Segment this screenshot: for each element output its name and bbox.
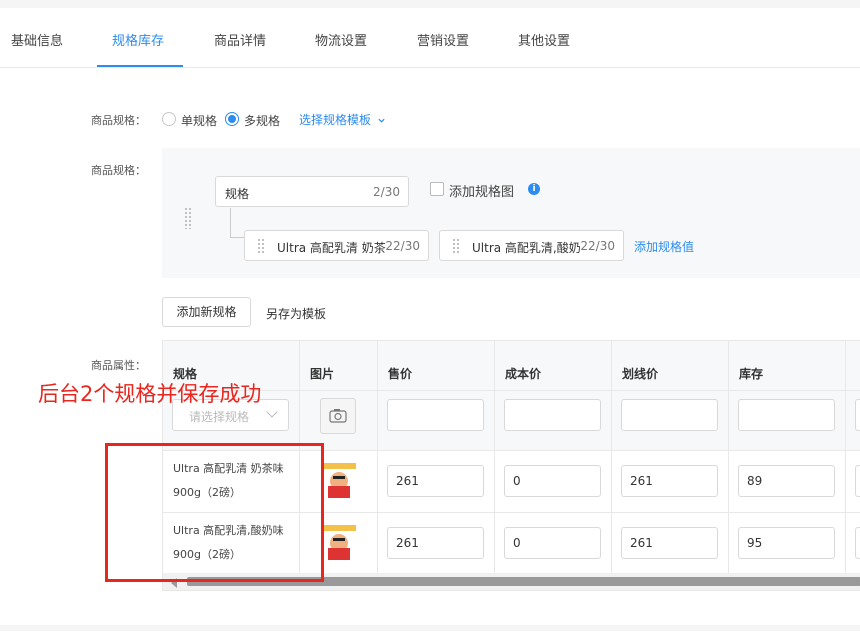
save-as-template-button[interactable]: 另存为模板 xyxy=(266,305,326,322)
add-spec-image-checkbox[interactable] xyxy=(430,182,444,196)
batch-price-input[interactable] xyxy=(387,399,484,431)
row-1-stock-input[interactable]: 89 xyxy=(738,465,835,497)
spec-drag-handle-icon[interactable] xyxy=(184,207,192,229)
product-thumbnail-icon xyxy=(320,524,358,562)
chevron-down-icon xyxy=(378,118,385,123)
drag-handle-icon[interactable] xyxy=(452,238,460,254)
annotation-text: 后台2个规格并保存成功 xyxy=(38,382,262,406)
spec-editor-label: 商品规格： xyxy=(91,164,146,177)
batch-original-price-input[interactable] xyxy=(621,399,718,431)
active-tab-indicator xyxy=(97,65,183,67)
add-spec-value-link[interactable]: 添加规格值 xyxy=(634,238,694,255)
drag-handle-icon[interactable] xyxy=(257,238,265,254)
row-2-stock-input[interactable]: 95 xyxy=(738,527,835,559)
row-2-original-price-input[interactable]: 261 xyxy=(621,527,718,559)
tab-logistics[interactable]: 物流设置 xyxy=(315,30,367,49)
spec-value-input-2[interactable]: Ultra 高配乳清,酸奶味 22/30 xyxy=(439,230,624,261)
info-icon[interactable]: i xyxy=(528,183,540,195)
column-header-cost: 成本价 xyxy=(505,367,542,381)
annotation-highlight-box xyxy=(105,443,324,582)
spec-tree-connector xyxy=(230,208,245,238)
row-1-extra-input[interactable] xyxy=(855,465,860,497)
row-1-original-price-input[interactable]: 261 xyxy=(621,465,718,497)
select-spec-template-link[interactable]: 选择规格模板 xyxy=(299,111,386,128)
radio-single-spec-label[interactable]: 单规格 xyxy=(181,112,217,129)
tab-product-detail[interactable]: 商品详情 xyxy=(214,30,266,49)
upload-image-button[interactable] xyxy=(320,398,356,434)
row-2-cost-input[interactable]: 0 xyxy=(504,527,601,559)
row-2-extra-input[interactable] xyxy=(855,527,860,559)
column-header-original-price: 划线价 xyxy=(622,367,659,381)
add-new-spec-button[interactable]: 添加新规格 xyxy=(162,297,251,327)
spec-editor-box: 规格 2/30 添加规格图 i Ultra 高配乳清 奶茶味 22/30 Ult… xyxy=(162,148,860,278)
radio-multi-spec[interactable] xyxy=(225,112,239,126)
column-header-image: 图片 xyxy=(310,367,335,381)
attributes-label: 商品属性： xyxy=(91,359,146,372)
radio-multi-spec-label[interactable]: 多规格 xyxy=(244,112,280,129)
row-1-cost-input[interactable]: 0 xyxy=(504,465,601,497)
row-1-product-image[interactable] xyxy=(320,462,358,500)
tab-other[interactable]: 其他设置 xyxy=(518,30,570,49)
spec-value-input-1[interactable]: Ultra 高配乳清 奶茶味 22/30 xyxy=(244,230,429,261)
row-2-product-image[interactable] xyxy=(320,524,358,562)
tab-basic-info[interactable]: 基础信息 xyxy=(11,30,63,49)
batch-stock-input[interactable] xyxy=(738,399,835,431)
batch-extra-input[interactable] xyxy=(855,399,860,431)
product-thumbnail-icon xyxy=(320,462,358,500)
tab-spec-stock[interactable]: 规格库存 xyxy=(112,30,164,49)
row-1-price-input[interactable]: 261 xyxy=(387,465,484,497)
batch-cost-input[interactable] xyxy=(504,399,601,431)
radio-single-spec[interactable] xyxy=(162,112,176,126)
column-header-stock: 库存 xyxy=(739,367,764,381)
tab-marketing[interactable]: 营销设置 xyxy=(417,30,469,49)
row-2-price-input[interactable]: 261 xyxy=(387,527,484,559)
tab-bar: 基础信息 规格库存 商品详情 物流设置 营销设置 其他设置 xyxy=(0,8,860,68)
chevron-down-icon xyxy=(266,406,278,418)
spec-type-label: 商品规格： xyxy=(91,114,146,127)
add-spec-image-label[interactable]: 添加规格图 xyxy=(449,181,514,200)
camera-icon xyxy=(329,409,347,423)
column-header-price: 售价 xyxy=(388,367,413,381)
spec-name-input[interactable]: 规格 2/30 xyxy=(215,176,409,207)
